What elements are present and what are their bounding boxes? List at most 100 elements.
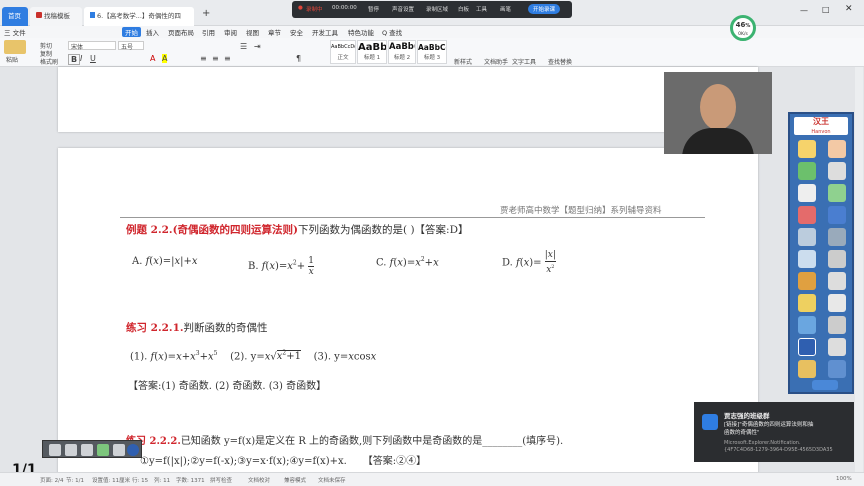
shapes-icon[interactable]	[798, 272, 816, 290]
font-size-select[interactable]: 五号	[118, 41, 144, 51]
paragraph-icon[interactable]: ¶	[296, 54, 301, 63]
hand-tool-icon[interactable]	[828, 140, 846, 158]
menu-security[interactable]: 安全	[290, 27, 303, 37]
align-right-icon[interactable]: ≡	[224, 54, 231, 63]
paste-button[interactable]	[4, 40, 26, 54]
list-icon[interactable]: ☰	[240, 42, 247, 51]
compass-icon[interactable]	[798, 250, 816, 268]
pen-tool-icon[interactable]	[798, 140, 816, 158]
scrollbar[interactable]	[855, 67, 863, 472]
menu-insert[interactable]: 插入	[146, 27, 159, 37]
pen-button[interactable]: 画笔	[500, 5, 511, 13]
tab-home[interactable]: 首页	[2, 7, 28, 26]
mute-icon[interactable]	[828, 338, 846, 356]
practice-1-items: (1). f(x)=x+x3+x5 (2). y=x√x2+1 (3). y=x…	[130, 350, 377, 363]
style-heading-1[interactable]: AaBb 标题 1	[357, 40, 387, 64]
brush-icon[interactable]	[798, 360, 816, 378]
italic-button[interactable]: I	[80, 54, 82, 63]
maximize-icon[interactable]: □	[822, 5, 830, 14]
tab-docer[interactable]: 找稿模板	[30, 7, 82, 26]
spell-check-button[interactable]: 拼写检查	[210, 476, 232, 484]
menu-chapter[interactable]: 章节	[268, 27, 281, 37]
example-text: 下列函数为偶函数的是( )【答案:D】	[298, 224, 469, 236]
text-tools-button[interactable]: 文字工具	[512, 57, 536, 66]
exit-icon[interactable]	[812, 380, 838, 390]
bucket-icon[interactable]	[798, 294, 816, 312]
menu-file[interactable]: 三 文件	[4, 27, 26, 37]
status-bar: 页面: 2/4 节: 1/1 设置值: 11厘米 行: 15 列: 11 字数:…	[0, 472, 864, 486]
help-icon[interactable]	[798, 338, 816, 356]
highlight-icon[interactable]: A	[162, 54, 168, 63]
example-label: 例题 2.2.(奇偶函数的四则运算法则)	[126, 224, 299, 236]
pause-button[interactable]: 暂停	[368, 5, 379, 13]
record-area-button[interactable]: 录制区域	[426, 5, 448, 13]
first-page-icon[interactable]	[49, 444, 61, 456]
tab-document[interactable]: 6.【高考数学...】奇偶性的四	[84, 7, 194, 26]
highlighter-icon[interactable]	[798, 162, 816, 180]
menu-special[interactable]: 特色功能	[348, 27, 374, 37]
sound-settings-button[interactable]: 声音设置	[392, 5, 414, 13]
doc-header: 贾老师高中数学【题型归纳】系列辅导资料	[500, 206, 662, 216]
play-icon[interactable]	[81, 444, 93, 456]
menu-review[interactable]: 审阅	[224, 27, 237, 37]
scissors-icon[interactable]	[828, 316, 846, 334]
whiteboard-button[interactable]: 白板	[458, 5, 469, 13]
plus-icon[interactable]: +	[196, 5, 210, 24]
menu-page-layout[interactable]: 页面布局	[168, 27, 194, 37]
zoom-icon[interactable]	[828, 184, 846, 202]
eraser-icon[interactable]	[798, 184, 816, 202]
menu-view[interactable]: 视图	[246, 27, 259, 37]
practice-2-choices: ①y=f(|x|);②y=f(-x);③y=x·f(x);④y=f(x)+x. …	[140, 456, 427, 467]
notification-app-icon	[702, 414, 718, 430]
print-icon[interactable]	[828, 250, 846, 268]
presenter-head	[700, 84, 736, 130]
record-status: 录制中	[306, 7, 323, 13]
find-replace-button[interactable]: 查找替换	[548, 57, 572, 66]
save-icon[interactable]	[828, 206, 846, 224]
copy-page-icon[interactable]	[828, 294, 846, 312]
minimize-icon[interactable]: —	[800, 6, 808, 15]
notification-toast[interactable]: 贾志强的班级群 [链接]"奇偶函数的四则运算法则和抽 函数的奇偶性" Micro…	[694, 402, 854, 462]
help-button-icon[interactable]	[127, 444, 139, 456]
docer-icon	[36, 12, 42, 18]
align-center-icon[interactable]: ≡	[212, 54, 219, 63]
menu-home[interactable]: 开始	[122, 27, 141, 37]
practice-1-answer: 【答案:(1) 奇函数. (2) 奇函数. (3) 奇函数】	[128, 381, 327, 392]
grid-icon[interactable]	[828, 228, 846, 246]
format-painter-button[interactable]: 格式刷	[40, 57, 58, 66]
option-b: B. f(x)=x2+ 1x	[248, 256, 315, 277]
font-color-icon[interactable]: A	[150, 54, 155, 63]
menu-references[interactable]: 引用	[202, 27, 215, 37]
doc-assistant-button[interactable]: 文档助手	[484, 57, 508, 66]
zoom-level[interactable]: 100%	[836, 476, 852, 482]
style-heading-3[interactable]: AaBbCc 标题 3	[417, 40, 447, 64]
line-icon[interactable]	[798, 228, 816, 246]
magnet-icon[interactable]	[798, 316, 816, 334]
color-icon[interactable]	[798, 206, 816, 224]
download-icon[interactable]	[97, 444, 109, 456]
webcam-video	[664, 72, 772, 154]
proofread-button[interactable]: 文档校对	[248, 476, 270, 484]
start-recording-button[interactable]: 开始录课	[528, 4, 561, 14]
pointer-icon[interactable]	[828, 162, 846, 180]
player-controls	[42, 440, 142, 458]
prev-page-icon[interactable]	[65, 444, 77, 456]
underline-button[interactable]: U	[90, 54, 96, 63]
bold-button[interactable]: B	[68, 54, 81, 65]
new-style-button[interactable]: 新样式	[454, 57, 472, 66]
settings-icon[interactable]	[113, 444, 125, 456]
screen-icon[interactable]	[828, 272, 846, 290]
style-normal[interactable]: AaBbCcDd 正文	[330, 40, 356, 64]
tools-button[interactable]: 工具	[476, 5, 487, 13]
practice-1-heading: 练习 2.2.1.判断函数的奇偶性	[126, 320, 268, 335]
indent-icon[interactable]: ⇥	[254, 42, 261, 51]
font-name-select[interactable]: 宋体	[68, 41, 116, 51]
practice-2-answer: 【答案:②④】	[362, 456, 427, 467]
style-heading-2[interactable]: AaBb(标题 2	[388, 40, 416, 64]
folder-icon[interactable]	[828, 360, 846, 378]
menu-developer[interactable]: 开发工具	[312, 27, 338, 37]
align-left-icon[interactable]: ≡	[200, 54, 207, 63]
close-icon[interactable]: ✕	[845, 4, 853, 14]
menu-search[interactable]: Q 查找	[382, 27, 402, 37]
notification-title: 贾志强的班级群	[724, 412, 770, 420]
